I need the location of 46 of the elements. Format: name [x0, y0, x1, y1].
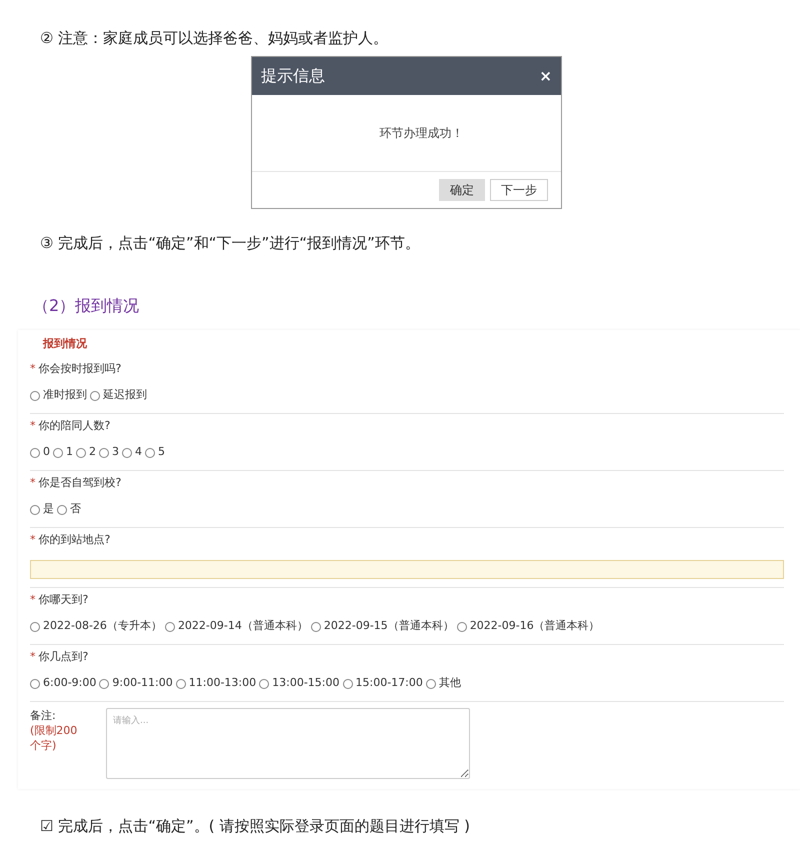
form-title: 报到情况 [42, 336, 88, 352]
radio-option[interactable]: 2 [76, 444, 96, 461]
dialog-button[interactable]: 确定 [439, 179, 485, 201]
required-mark: * [30, 361, 36, 378]
radio-option[interactable]: 2022-09-16（普通本科） [456, 618, 600, 635]
required-mark: * [30, 592, 36, 608]
radio-option[interactable]: 准时报到 [30, 387, 87, 404]
instruction-text: ③ 完成后，点击“确定”和“下一步”进行“报到情况”环节。 [39, 233, 421, 254]
radio-option[interactable]: 6:00-9:00 [30, 675, 96, 692]
section-heading: （2）报到情况 [32, 295, 140, 317]
required-mark: * [30, 649, 36, 666]
remark-limit: (限制200个字) [30, 722, 78, 752]
question-label: 你会按时报到吗? [38, 361, 122, 378]
remark-label: 备注: [30, 708, 57, 722]
radio-option[interactable]: 2022-08-26（专升本） [30, 618, 162, 635]
required-mark: * [30, 475, 36, 492]
radio-option[interactable]: 1 [53, 444, 73, 461]
instruction-text: ☑ 完成后，点击“确定”。( 请按照实际登录页面的题目进行填写 ) [39, 816, 471, 836]
question-label: 你几点到? [38, 649, 88, 666]
radio-option[interactable]: 2022-09-14（普通本科） [164, 618, 308, 635]
instruction-text: ② 注意：家庭成员可以选择爸爸、妈妈或者监护人。 [39, 28, 390, 49]
radio-option[interactable]: 9:00-11:00 [99, 675, 173, 692]
radio-option[interactable]: 其他 [426, 675, 461, 692]
question-label: 你的到站地点? [38, 532, 110, 548]
radio-option[interactable]: 0 [30, 444, 50, 461]
required-mark: * [30, 418, 36, 434]
radio-option[interactable]: 11:00-13:00 [176, 675, 256, 692]
radio-option[interactable]: 否 [57, 501, 81, 518]
radio-option[interactable]: 4 [122, 444, 142, 461]
dialog-button[interactable]: 下一步 [490, 179, 548, 201]
radio-option[interactable]: 13:00-15:00 [259, 675, 340, 692]
close-button[interactable]: × [539, 64, 552, 88]
question-label: 你的陪同人数? [38, 418, 110, 434]
radio-option[interactable]: 延迟报到 [90, 387, 147, 404]
required-mark: * [30, 532, 36, 548]
radio-option[interactable]: 是 [30, 501, 54, 518]
input-field[interactable] [30, 560, 784, 578]
dialog-title: 提示信息 [261, 65, 325, 87]
radio-option[interactable]: 3 [99, 444, 119, 461]
remark-textarea[interactable]: 请输入... [106, 708, 470, 778]
radio-option[interactable]: 2022-09-15（普通本科） [310, 618, 454, 635]
radio-option[interactable]: 5 [145, 444, 165, 461]
question-label: 你哪天到? [38, 592, 88, 608]
question-label: 你是否自驾到校? [38, 475, 122, 492]
radio-option[interactable]: 15:00-17:00 [342, 675, 423, 692]
dialog-message: 环节办理成功！ [378, 125, 464, 142]
